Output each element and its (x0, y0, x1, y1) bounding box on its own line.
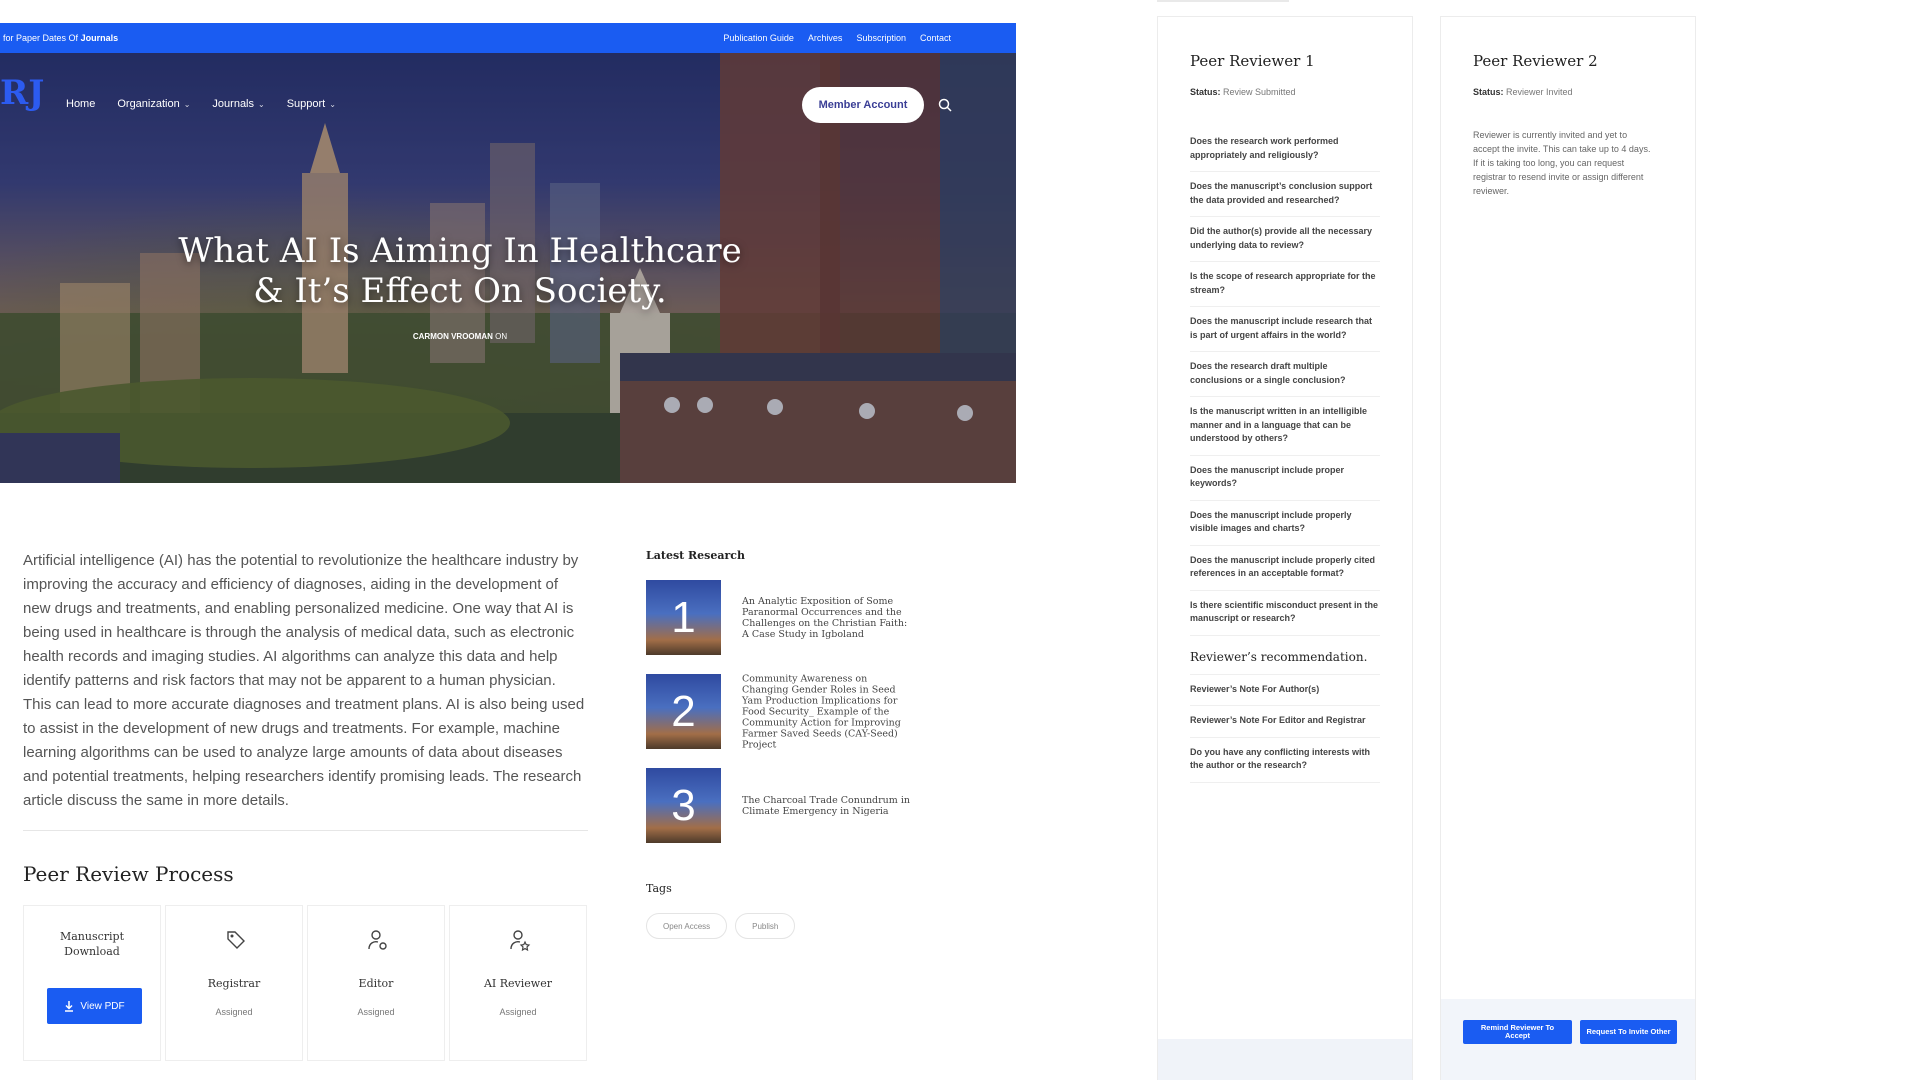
reviewer-1-status: Status: Review Submitted (1190, 87, 1296, 97)
manuscript-label: Manuscript Download (59, 930, 125, 958)
editor-label: Editor (358, 977, 394, 990)
latest-research-title: Latest Research (646, 549, 745, 562)
status-label: Status: (1190, 87, 1221, 97)
review-question[interactable]: Does the research work performed appropr… (1190, 127, 1380, 172)
tagline-prefix: for Paper Dates Of (3, 33, 79, 43)
link-contact[interactable]: Contact (920, 33, 951, 43)
site-logo[interactable]: RJ (0, 73, 44, 113)
view-pdf-label: View PDF (80, 1000, 125, 1012)
panel-footer: Remind Reviewer To Accept Request To Inv… (1441, 999, 1695, 1080)
review-question[interactable]: Does the research draft multiple conclus… (1190, 352, 1380, 397)
tags-title: Tags (646, 882, 672, 895)
chevron-down-icon: ⌄ (329, 100, 336, 109)
status-label: Status: (1473, 87, 1504, 97)
download-icon (65, 1000, 74, 1012)
status-value: Reviewer Invited (1506, 87, 1573, 97)
hero-banner: RJ Home Organization ⌄ Journals ⌄ Support ⌄… (0, 53, 1016, 483)
tagline-bold: Journals (80, 33, 119, 43)
main-nav: Home Organization ⌄ Journals ⌄ Support ⌄ (66, 98, 336, 110)
section-divider (23, 830, 588, 831)
reviewer-2-status: Status: Reviewer Invited (1473, 87, 1573, 97)
nav-journals[interactable]: Journals ⌄ (212, 98, 264, 110)
article-body: Artificial intelligence (AI) has the pot… (23, 552, 585, 809)
link-publication-guide[interactable]: Publication Guide (723, 33, 794, 43)
nav-home-label: Home (66, 98, 96, 110)
recommendation-heading: Reviewer’s recommendation. (1190, 636, 1380, 675)
nav-journals-label: Journals (212, 98, 254, 110)
review-question[interactable]: Does the manuscript include properly cit… (1190, 546, 1380, 591)
conflict-of-interest-question[interactable]: Do you have any conflicting interests wi… (1190, 738, 1380, 783)
ai-reviewer-label: AI Reviewer (483, 977, 552, 990)
research-item-title[interactable]: Community Awareness on Changing Gender R… (742, 673, 912, 750)
nav-home[interactable]: Home (66, 98, 95, 110)
nav-organization[interactable]: Organization ⌄ (117, 98, 190, 110)
ai-reviewer-card: AI Reviewer Assigned (449, 905, 587, 1061)
link-archives[interactable]: Archives (808, 33, 843, 43)
panel-tab-indicator (1157, 0, 1289, 2)
research-item-title[interactable]: The Charcoal Trade Conundrum in Climate … (742, 795, 912, 817)
top-utility-bar: for Paper Dates Of Journals Publication … (0, 23, 1016, 53)
invite-note: Reviewer is currently invited and yet to… (1473, 130, 1651, 196)
view-pdf-button[interactable]: View PDF (47, 988, 142, 1024)
search-icon[interactable] (937, 97, 953, 113)
research-item[interactable]: 1 An Analytic Exposition of Some Paranor… (646, 580, 907, 655)
research-item[interactable]: 3 The Charcoal Trade Conundrum in Climat… (646, 768, 910, 843)
review-question[interactable]: Is the scope of research appropriate for… (1190, 262, 1380, 307)
review-question[interactable]: Is there scientific misconduct present i… (1190, 591, 1380, 636)
byline-suffix: ON (495, 332, 508, 341)
review-question[interactable]: Is the manuscript written in an intellig… (1190, 397, 1380, 456)
review-question[interactable]: Did the author(s) provide all the necess… (1190, 217, 1380, 262)
peer-review-cards: Manuscript Download View PDF Registrar A… (23, 905, 587, 1061)
registrar-card: Registrar Assigned (165, 905, 303, 1061)
research-item[interactable]: 2 Community Awareness on Changing Gender… (646, 673, 906, 750)
peer-reviewer-1-panel: Peer Reviewer 1 Status: Review Submitted… (1157, 16, 1413, 1080)
link-subscription[interactable]: Subscription (856, 33, 906, 43)
article-title: What AI Is Aiming In Healthcare & It’s E… (178, 231, 742, 311)
tag-open-access[interactable]: Open Access (646, 913, 728, 939)
research-thumbnail: 3 (646, 768, 721, 843)
review-question[interactable]: Does the manuscript include research tha… (1190, 307, 1380, 352)
peer-review-process-title: Peer Review Process (23, 862, 234, 886)
user-star-icon (510, 930, 531, 952)
review-question[interactable]: Does the manuscript include proper keywo… (1190, 456, 1380, 501)
note-for-authors[interactable]: Reviewer’s Note For Author(s) (1190, 675, 1380, 706)
nav-support[interactable]: Support ⌄ (287, 98, 336, 110)
review-question-list: Does the research work performed appropr… (1190, 127, 1380, 783)
utility-links: Publication Guide Archives Subscription … (723, 33, 951, 43)
peer-reviewer-2-panel: Peer Reviewer 2 Status: Reviewer Invited… (1440, 16, 1696, 1080)
reviewer-2-title: Peer Reviewer 2 (1473, 52, 1598, 70)
editor-card: Editor Assigned (307, 905, 445, 1061)
tag-icon (227, 931, 245, 949)
chevron-down-icon: ⌄ (183, 100, 191, 109)
manuscript-card: Manuscript Download View PDF (23, 905, 161, 1061)
tagline: for Paper Dates Of Journals (3, 33, 118, 43)
panel-footer (1158, 1039, 1412, 1080)
request-invite-other-button[interactable]: Request To Invite Other (1580, 1020, 1677, 1044)
status-value: Review Submitted (1223, 87, 1296, 97)
review-question[interactable]: Does the manuscript include properly vis… (1190, 501, 1380, 546)
remind-reviewer-button[interactable]: Remind Reviewer To Accept (1463, 1020, 1572, 1044)
research-thumbnail: 1 (646, 580, 721, 655)
member-account-button[interactable]: Member Account (802, 87, 924, 123)
reviewer-1-title: Peer Reviewer 1 (1190, 52, 1315, 70)
nav-support-label: Support (286, 98, 326, 110)
editor-status: Assigned (357, 1007, 395, 1017)
ai-reviewer-status: Assigned (499, 1007, 537, 1017)
tag-list: Open Access Publish (646, 913, 796, 939)
byline: CARMON VROOMAN ON (360, 332, 560, 341)
research-thumbnail: 2 (646, 674, 721, 749)
review-question[interactable]: Does the manuscript’s conclusion support… (1190, 172, 1380, 217)
nav-organization-label: Organization (117, 98, 180, 110)
research-item-title[interactable]: An Analytic Exposition of Some Paranorma… (742, 596, 912, 640)
tag-publish[interactable]: Publish (735, 913, 796, 939)
note-for-editor-registrar[interactable]: Reviewer’s Note For Editor and Registrar (1190, 706, 1380, 738)
registrar-status: Assigned (215, 1007, 253, 1017)
user-settings-icon (368, 930, 387, 950)
registrar-label: Registrar (207, 977, 261, 990)
chevron-down-icon: ⌄ (258, 100, 265, 109)
byline-author[interactable]: CARMON VROOMAN (413, 332, 493, 341)
